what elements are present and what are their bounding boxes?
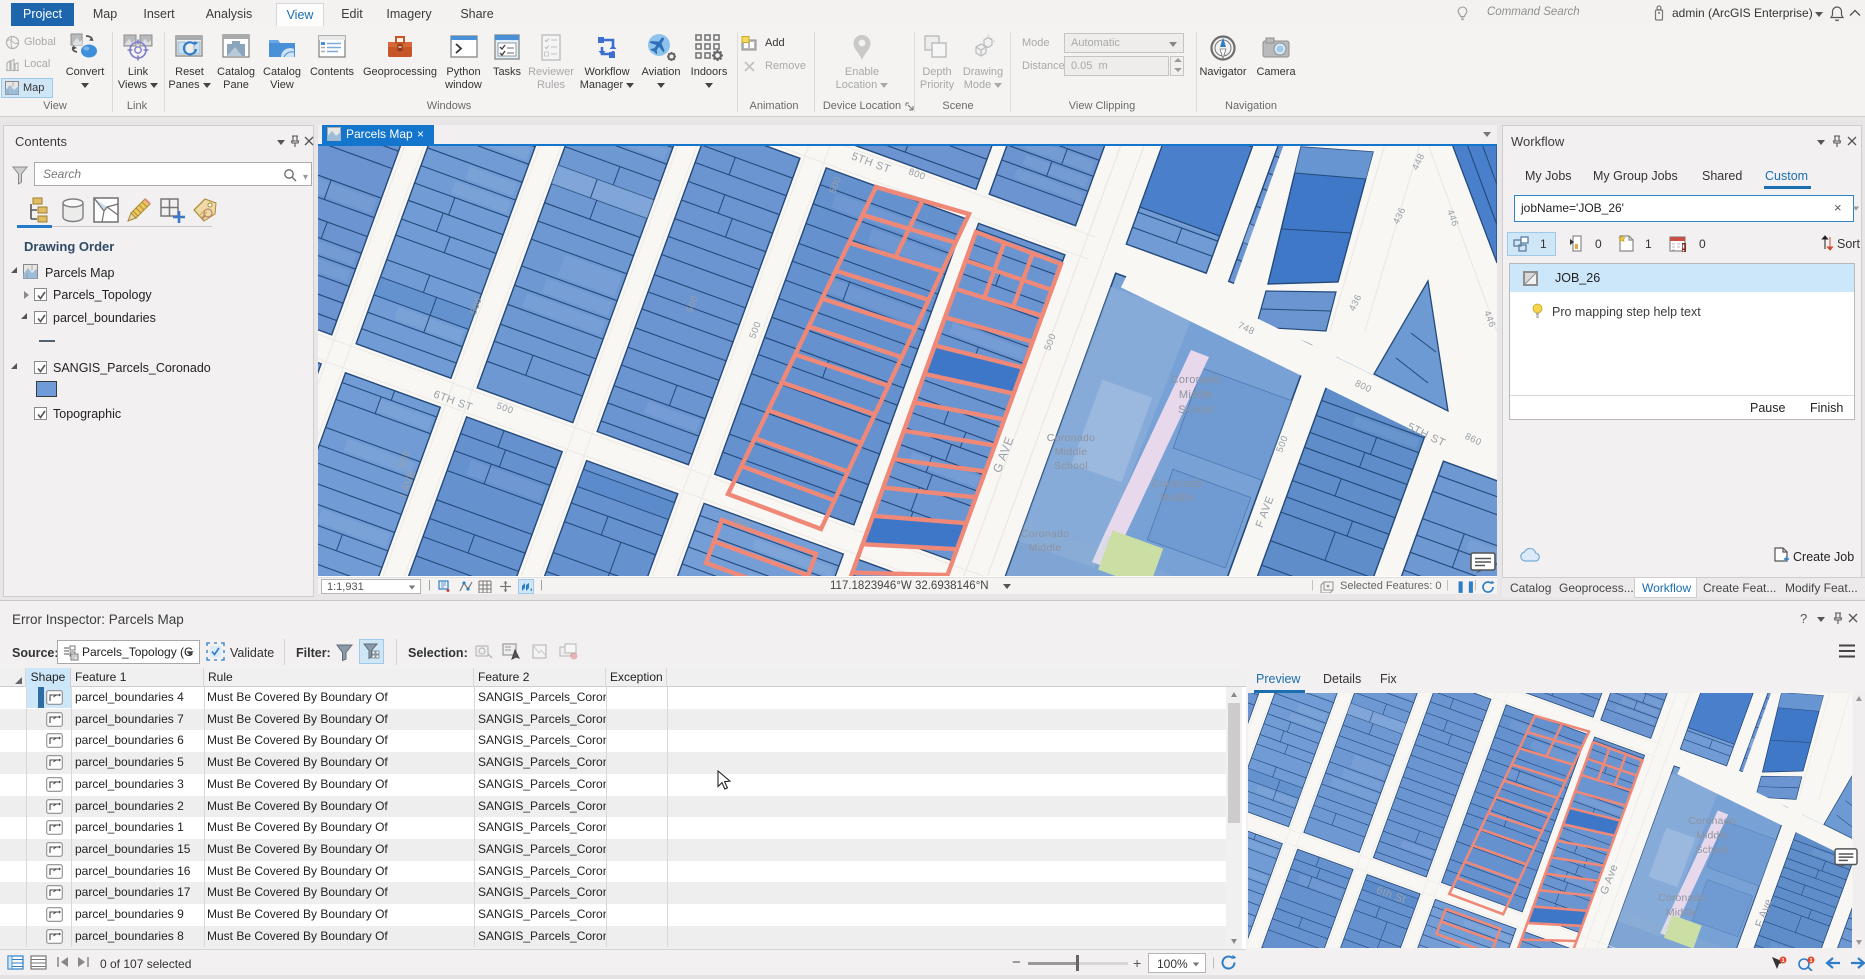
svg-text:Middle: Middle (1055, 446, 1088, 458)
svg-text:Middle: Middle (1696, 830, 1728, 841)
svg-text:1: 1 (1781, 958, 1784, 964)
svg-text:Middle: Middle (1160, 492, 1194, 504)
svg-text:School: School (1695, 845, 1728, 856)
svg-text:School: School (1178, 404, 1213, 416)
svg-text:Coronado: Coronado (1047, 432, 1096, 444)
svg-text:Middle: Middle (1029, 542, 1062, 554)
svg-text:School: School (1054, 460, 1088, 472)
svg-text:1: 1 (1809, 958, 1812, 964)
svg-text:Coronado: Coronado (1658, 893, 1705, 904)
svg-text:Middle: Middle (1179, 389, 1213, 401)
svg-text:Middle: Middle (1666, 907, 1698, 918)
svg-text:Coronado: Coronado (1152, 478, 1203, 490)
svg-text:Coronado: Coronado (1688, 816, 1735, 827)
svg-text:Coronado: Coronado (1171, 374, 1222, 386)
svg-text:Coronado: Coronado (1021, 528, 1070, 540)
